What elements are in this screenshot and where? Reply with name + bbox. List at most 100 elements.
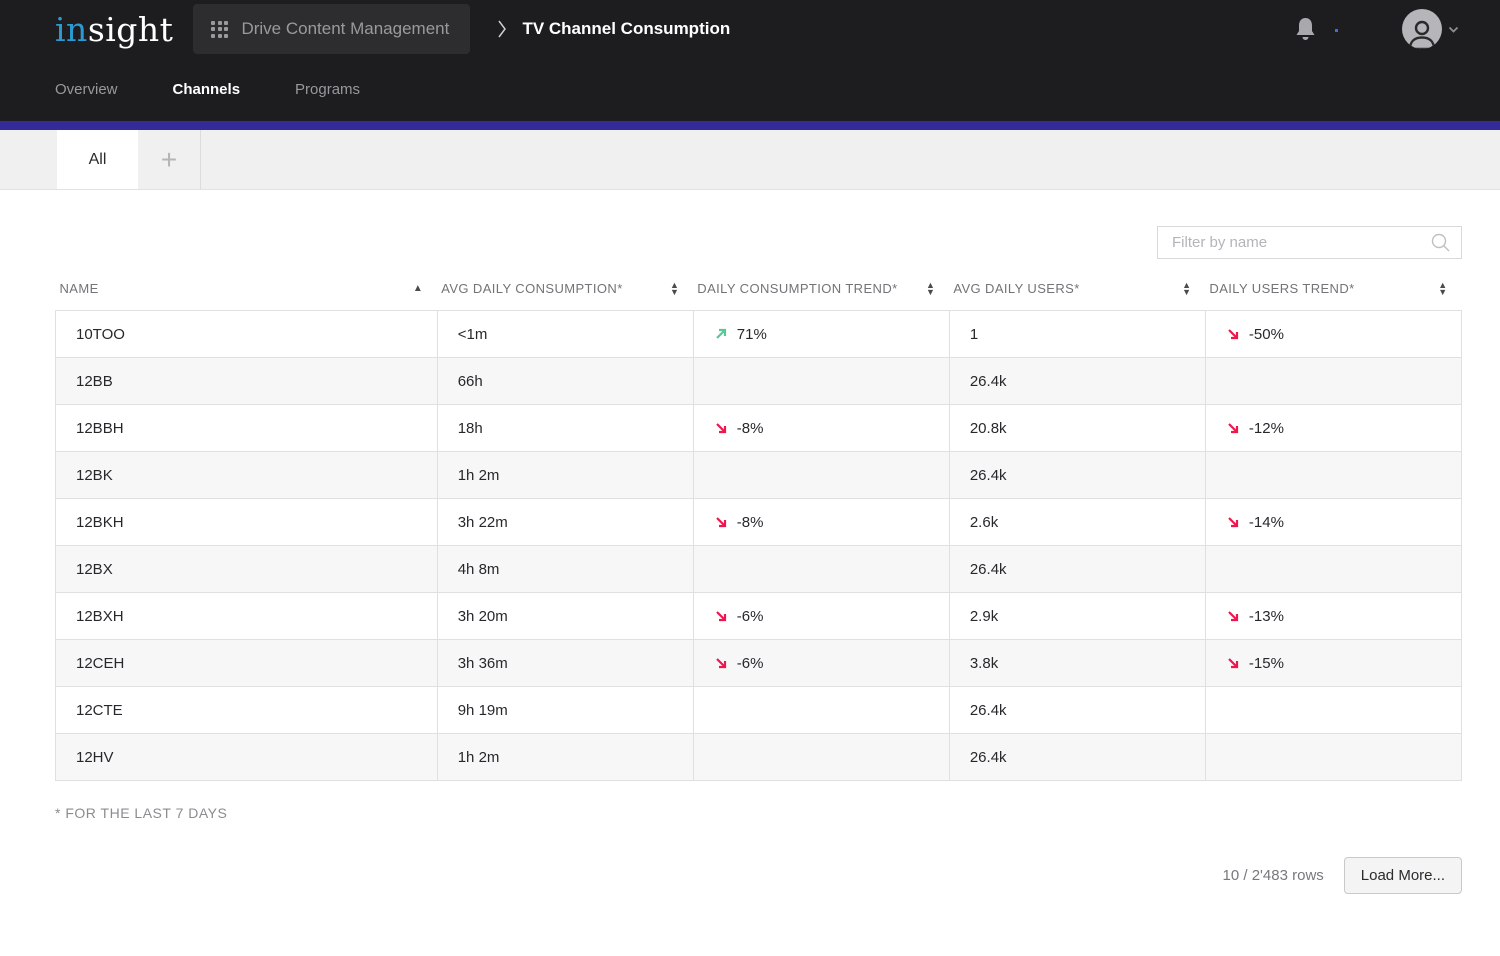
cell-name: 12CEH [56, 640, 438, 687]
table-row[interactable]: 12CTE 9h 19m 26.4k [56, 687, 1462, 734]
user-avatar[interactable] [1402, 9, 1442, 49]
cell-daily-users-trend: -14% [1205, 499, 1461, 546]
notifications-button[interactable] [1294, 16, 1317, 43]
sort-ascending-icon[interactable]: ▲ [413, 284, 423, 294]
table-row[interactable]: 12BKH 3h 22m -8% 2.6k -14% [56, 499, 1462, 546]
cell-avg-daily-users: 1 [949, 311, 1205, 358]
trend-value: -8% [737, 420, 764, 437]
trend-down-icon [1226, 515, 1240, 529]
cell-avg-daily-users: 2.6k [949, 499, 1205, 546]
cell-daily-users-trend [1205, 734, 1461, 781]
trend-value: -6% [737, 655, 764, 672]
cell-name: 10TOO [56, 311, 438, 358]
cell-daily-users-trend [1205, 546, 1461, 593]
column-label: AVG DAILY USERS* [953, 281, 1079, 296]
column-header-name[interactable]: NAME ▲ [56, 281, 438, 311]
trend-down-icon [1226, 421, 1240, 435]
table-row[interactable]: 12BXH 3h 20m -6% 2.9k -13% [56, 593, 1462, 640]
cell-daily-users-trend: -12% [1205, 405, 1461, 452]
cell-name: 12BX [56, 546, 438, 593]
cell-name: 12HV [56, 734, 438, 781]
filter-by-name-input[interactable] [1172, 234, 1430, 251]
filter-row [55, 226, 1462, 259]
header-top-bar: insight Drive Content Management TV Chan… [0, 0, 1500, 58]
cell-daily-consumption-trend [693, 546, 949, 593]
table-footer: 10 / 2'483 rows Load More... [55, 857, 1462, 894]
cell-daily-users-trend: -50% [1205, 311, 1461, 358]
accent-bar [0, 121, 1500, 130]
trend-down-icon [714, 421, 728, 435]
table-row[interactable]: 12BX 4h 8m 26.4k [56, 546, 1462, 593]
load-more-button[interactable]: Load More... [1344, 857, 1462, 894]
cell-name: 12BXH [56, 593, 438, 640]
app-header: insight Drive Content Management TV Chan… [0, 0, 1500, 121]
tab-all[interactable]: All [57, 130, 138, 189]
notification-dot [1335, 29, 1338, 32]
cell-avg-daily-users: 3.8k [949, 640, 1205, 687]
table-row[interactable]: 12BBH 18h -8% 20.8k -12% [56, 405, 1462, 452]
cell-avg-daily-users: 26.4k [949, 546, 1205, 593]
cell-avg-daily-consumption: 3h 20m [437, 593, 693, 640]
page-content: NAME ▲ AVG DAILY CONSUMPTION* ▲▼ DAILY C… [0, 226, 1500, 894]
cell-daily-consumption-trend: -6% [693, 593, 949, 640]
sort-icon[interactable]: ▲▼ [1182, 282, 1191, 296]
cell-name: 12BB [56, 358, 438, 405]
cell-avg-daily-consumption: 18h [437, 405, 693, 452]
cell-avg-daily-consumption: 4h 8m [437, 546, 693, 593]
cell-name: 12CTE [56, 687, 438, 734]
add-tab-button[interactable]: + [138, 130, 201, 189]
table-row[interactable]: 12BK 1h 2m 26.4k [56, 452, 1462, 499]
logo-prefix: in [55, 10, 88, 49]
cell-daily-users-trend [1205, 358, 1461, 405]
table-row[interactable]: 12CEH 3h 36m -6% 3.8k -15% [56, 640, 1462, 687]
channels-table: NAME ▲ AVG DAILY CONSUMPTION* ▲▼ DAILY C… [55, 281, 1462, 781]
column-label: AVG DAILY CONSUMPTION* [441, 281, 622, 296]
sort-icon[interactable]: ▲▼ [1438, 282, 1447, 296]
view-tabstrip: All + [0, 130, 1500, 190]
column-header-daily-users-trend[interactable]: DAILY USERS TREND* ▲▼ [1205, 281, 1461, 311]
nav-tab-programs[interactable]: Programs [295, 81, 360, 98]
cell-avg-daily-consumption: 66h [437, 358, 693, 405]
rows-count: 10 / 2'483 rows [1223, 867, 1324, 884]
nav-tab-overview[interactable]: Overview [55, 81, 118, 98]
nav-tab-channels[interactable]: Channels [173, 81, 241, 98]
plus-icon: + [161, 146, 177, 174]
cell-avg-daily-consumption: <1m [437, 311, 693, 358]
cell-daily-consumption-trend: -8% [693, 499, 949, 546]
trend-down-icon [1226, 327, 1240, 341]
cell-avg-daily-users: 26.4k [949, 358, 1205, 405]
main-nav: Overview Channels Programs [0, 58, 1500, 121]
trend-value: -13% [1249, 608, 1284, 625]
cell-daily-users-trend [1205, 687, 1461, 734]
cell-daily-users-trend: -15% [1205, 640, 1461, 687]
trend-down-icon [1226, 656, 1240, 670]
column-header-avg-daily-users[interactable]: AVG DAILY USERS* ▲▼ [949, 281, 1205, 311]
table-body: 10TOO <1m 71% 1 -50% 12BB 66h 26.4k 12BB… [56, 311, 1462, 781]
cell-avg-daily-consumption: 3h 36m [437, 640, 693, 687]
cell-daily-consumption-trend: -8% [693, 405, 949, 452]
app-switcher-button[interactable]: Drive Content Management [193, 4, 470, 54]
cell-avg-daily-consumption: 3h 22m [437, 499, 693, 546]
cell-name: 12BK [56, 452, 438, 499]
table-row[interactable]: 12HV 1h 2m 26.4k [56, 734, 1462, 781]
table-row[interactable]: 10TOO <1m 71% 1 -50% [56, 311, 1462, 358]
cell-daily-consumption-trend: -6% [693, 640, 949, 687]
trend-value: -8% [737, 514, 764, 531]
cell-avg-daily-consumption: 1h 2m [437, 452, 693, 499]
table-footnote: * FOR THE LAST 7 DAYS [55, 805, 1462, 821]
trend-value: -12% [1249, 420, 1284, 437]
column-header-avg-daily-consumption[interactable]: AVG DAILY CONSUMPTION* ▲▼ [437, 281, 693, 311]
cell-name: 12BKH [56, 499, 438, 546]
sort-icon[interactable]: ▲▼ [670, 282, 679, 296]
cell-daily-consumption-trend: 71% [693, 311, 949, 358]
cell-daily-consumption-trend [693, 452, 949, 499]
table-row[interactable]: 12BB 66h 26.4k [56, 358, 1462, 405]
cell-avg-daily-users: 26.4k [949, 734, 1205, 781]
sort-icon[interactable]: ▲▼ [926, 282, 935, 296]
chevron-down-icon[interactable] [1447, 23, 1460, 36]
trend-value: -50% [1249, 326, 1284, 343]
column-header-daily-consumption-trend[interactable]: DAILY CONSUMPTION TREND* ▲▼ [693, 281, 949, 311]
trend-value: 71% [737, 326, 767, 343]
cell-avg-daily-consumption: 1h 2m [437, 734, 693, 781]
trend-value: -15% [1249, 655, 1284, 672]
